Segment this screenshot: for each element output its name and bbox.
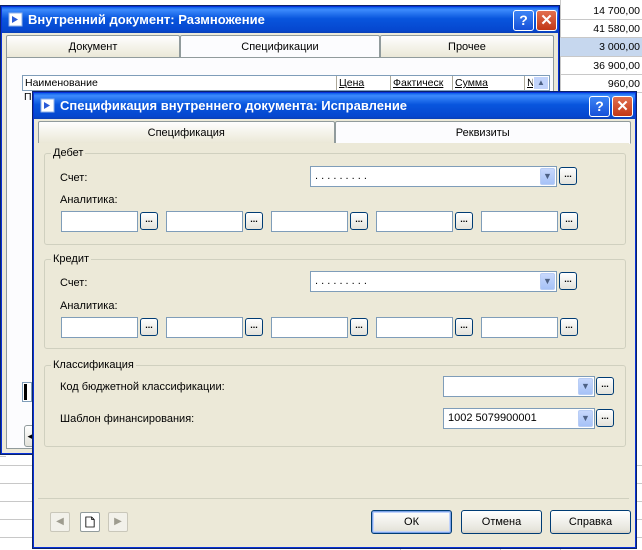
- previous-record-icon[interactable]: ◀: [50, 512, 70, 532]
- amount-cell[interactable]: 41 580,00: [560, 20, 642, 39]
- credit-account-label: Счет:: [60, 277, 88, 289]
- credit-analytics-field-3[interactable]: [271, 317, 348, 338]
- debit-analytics-label: Аналитика:: [60, 194, 118, 206]
- amount-cell-selected[interactable]: 3 000,00: [560, 38, 642, 57]
- col-actual[interactable]: Фактическ: [391, 76, 453, 90]
- credit-account-value: . . . . . . . . .: [315, 275, 367, 287]
- background-window-titlebar[interactable]: Внутренний документ: Размножение: [2, 7, 558, 33]
- tab-specification[interactable]: Спецификация: [38, 121, 335, 143]
- background-tabs: Документ Спецификации Прочее: [6, 35, 554, 58]
- dialog-separator: [38, 498, 629, 499]
- debit-analytics-browse-4[interactable]: ...: [455, 212, 473, 230]
- close-icon[interactable]: ✕: [612, 96, 633, 117]
- help-icon[interactable]: ?: [589, 96, 610, 117]
- debit-account-value: . . . . . . . . .: [315, 170, 367, 182]
- dialog-title: Спецификация внутреннего документа: Испр…: [60, 98, 408, 113]
- tab-requisites[interactable]: Реквизиты: [334, 121, 631, 144]
- chevron-down-icon[interactable]: ▼: [540, 273, 555, 290]
- credit-analytics-browse-4[interactable]: ...: [455, 318, 473, 336]
- col-price[interactable]: Цена: [337, 76, 391, 90]
- debit-analytics-browse-3[interactable]: ...: [350, 212, 368, 230]
- debit-analytics-browse-5[interactable]: ...: [560, 212, 578, 230]
- amount-cell[interactable]: 36 900,00: [560, 57, 642, 75]
- debit-analytics-browse-1[interactable]: ...: [140, 212, 158, 230]
- debit-analytics-field-1[interactable]: [61, 211, 138, 232]
- budget-code-browse-button[interactable]: ...: [596, 377, 614, 395]
- amount-column: 14 700,00 41 580,00 3 000,00 36 900,00 9…: [560, 2, 642, 93]
- debit-account-label: Счет:: [60, 172, 88, 184]
- credit-analytics-browse-5[interactable]: ...: [560, 318, 578, 336]
- funding-template-label: Шаблон финансирования:: [60, 413, 195, 425]
- dialog-titlebar[interactable]: Спецификация внутреннего документа: Испр…: [34, 93, 635, 119]
- scroll-up-icon[interactable]: ▲: [533, 76, 549, 90]
- funding-template-browse-button[interactable]: ...: [596, 409, 614, 427]
- close-icon[interactable]: ✕: [536, 10, 557, 31]
- help-button[interactable]: Справка: [550, 510, 631, 534]
- classification-legend: Классификация: [53, 359, 134, 371]
- credit-analytics-browse-3[interactable]: ...: [350, 318, 368, 336]
- amount-cell[interactable]: 960,00: [560, 75, 642, 93]
- classification-group: Классификация: [44, 359, 626, 447]
- credit-analytics-field-2[interactable]: [166, 317, 243, 338]
- help-icon[interactable]: ?: [513, 10, 534, 31]
- debit-legend: Дебет: [53, 147, 84, 159]
- spec-list-header: Наименование Цена Фактическ Сумма № ▲: [22, 75, 550, 91]
- tab-document[interactable]: Документ: [6, 35, 181, 57]
- col-sum[interactable]: Сумма: [453, 76, 525, 90]
- tab-specifications[interactable]: Спецификации: [180, 35, 380, 58]
- funding-template-combo[interactable]: 1002 5079900001 ▼: [443, 408, 595, 429]
- credit-legend: Кредит: [53, 253, 90, 265]
- dialog-tabs: Спецификация Реквизиты: [38, 121, 631, 144]
- requisites-tab-page: Дебет Счет: . . . . . . . . . ▼ ... Анал…: [38, 143, 629, 493]
- credit-account-combo[interactable]: . . . . . . . . . ▼: [310, 271, 557, 292]
- document-arrow-icon: [40, 98, 55, 113]
- debit-analytics-field-3[interactable]: [271, 211, 348, 232]
- background-window-title: Внутренний документ: Размножение: [28, 12, 265, 27]
- credit-analytics-field-1[interactable]: [61, 317, 138, 338]
- credit-analytics-browse-2[interactable]: ...: [245, 318, 263, 336]
- tab-other[interactable]: Прочее: [379, 35, 554, 57]
- funding-template-value: 1002 5079900001: [448, 412, 537, 424]
- debit-account-combo[interactable]: . . . . . . . . . ▼: [310, 166, 557, 187]
- credit-account-browse-button[interactable]: ...: [559, 272, 577, 290]
- credit-analytics-field-4[interactable]: [376, 317, 453, 338]
- blank-page-icon: [85, 516, 95, 528]
- horizontal-scroll-left[interactable]: [22, 382, 32, 402]
- credit-analytics-field-5[interactable]: [481, 317, 558, 338]
- budget-code-label: Код бюджетной классификации:: [60, 381, 225, 393]
- cancel-button[interactable]: Отмена: [461, 510, 542, 534]
- amount-cell[interactable]: 14 700,00: [560, 2, 642, 21]
- debit-analytics-field-4[interactable]: [376, 211, 453, 232]
- next-record-icon[interactable]: ▶: [108, 512, 128, 532]
- debit-analytics-field-2[interactable]: [166, 211, 243, 232]
- debit-analytics-browse-2[interactable]: ...: [245, 212, 263, 230]
- debit-analytics-field-5[interactable]: [481, 211, 558, 232]
- document-arrow-icon: [8, 12, 23, 27]
- new-record-icon[interactable]: [80, 512, 100, 532]
- chevron-down-icon[interactable]: ▼: [540, 168, 555, 185]
- chevron-down-icon[interactable]: ▼: [578, 410, 593, 427]
- col-name[interactable]: Наименование: [23, 76, 337, 90]
- ok-button[interactable]: ОК: [371, 510, 452, 534]
- chevron-down-icon[interactable]: ▼: [578, 378, 593, 395]
- credit-analytics-browse-1[interactable]: ...: [140, 318, 158, 336]
- credit-analytics-label: Аналитика:: [60, 300, 118, 312]
- budget-code-combo[interactable]: ▼: [443, 376, 595, 397]
- debit-account-browse-button[interactable]: ...: [559, 167, 577, 185]
